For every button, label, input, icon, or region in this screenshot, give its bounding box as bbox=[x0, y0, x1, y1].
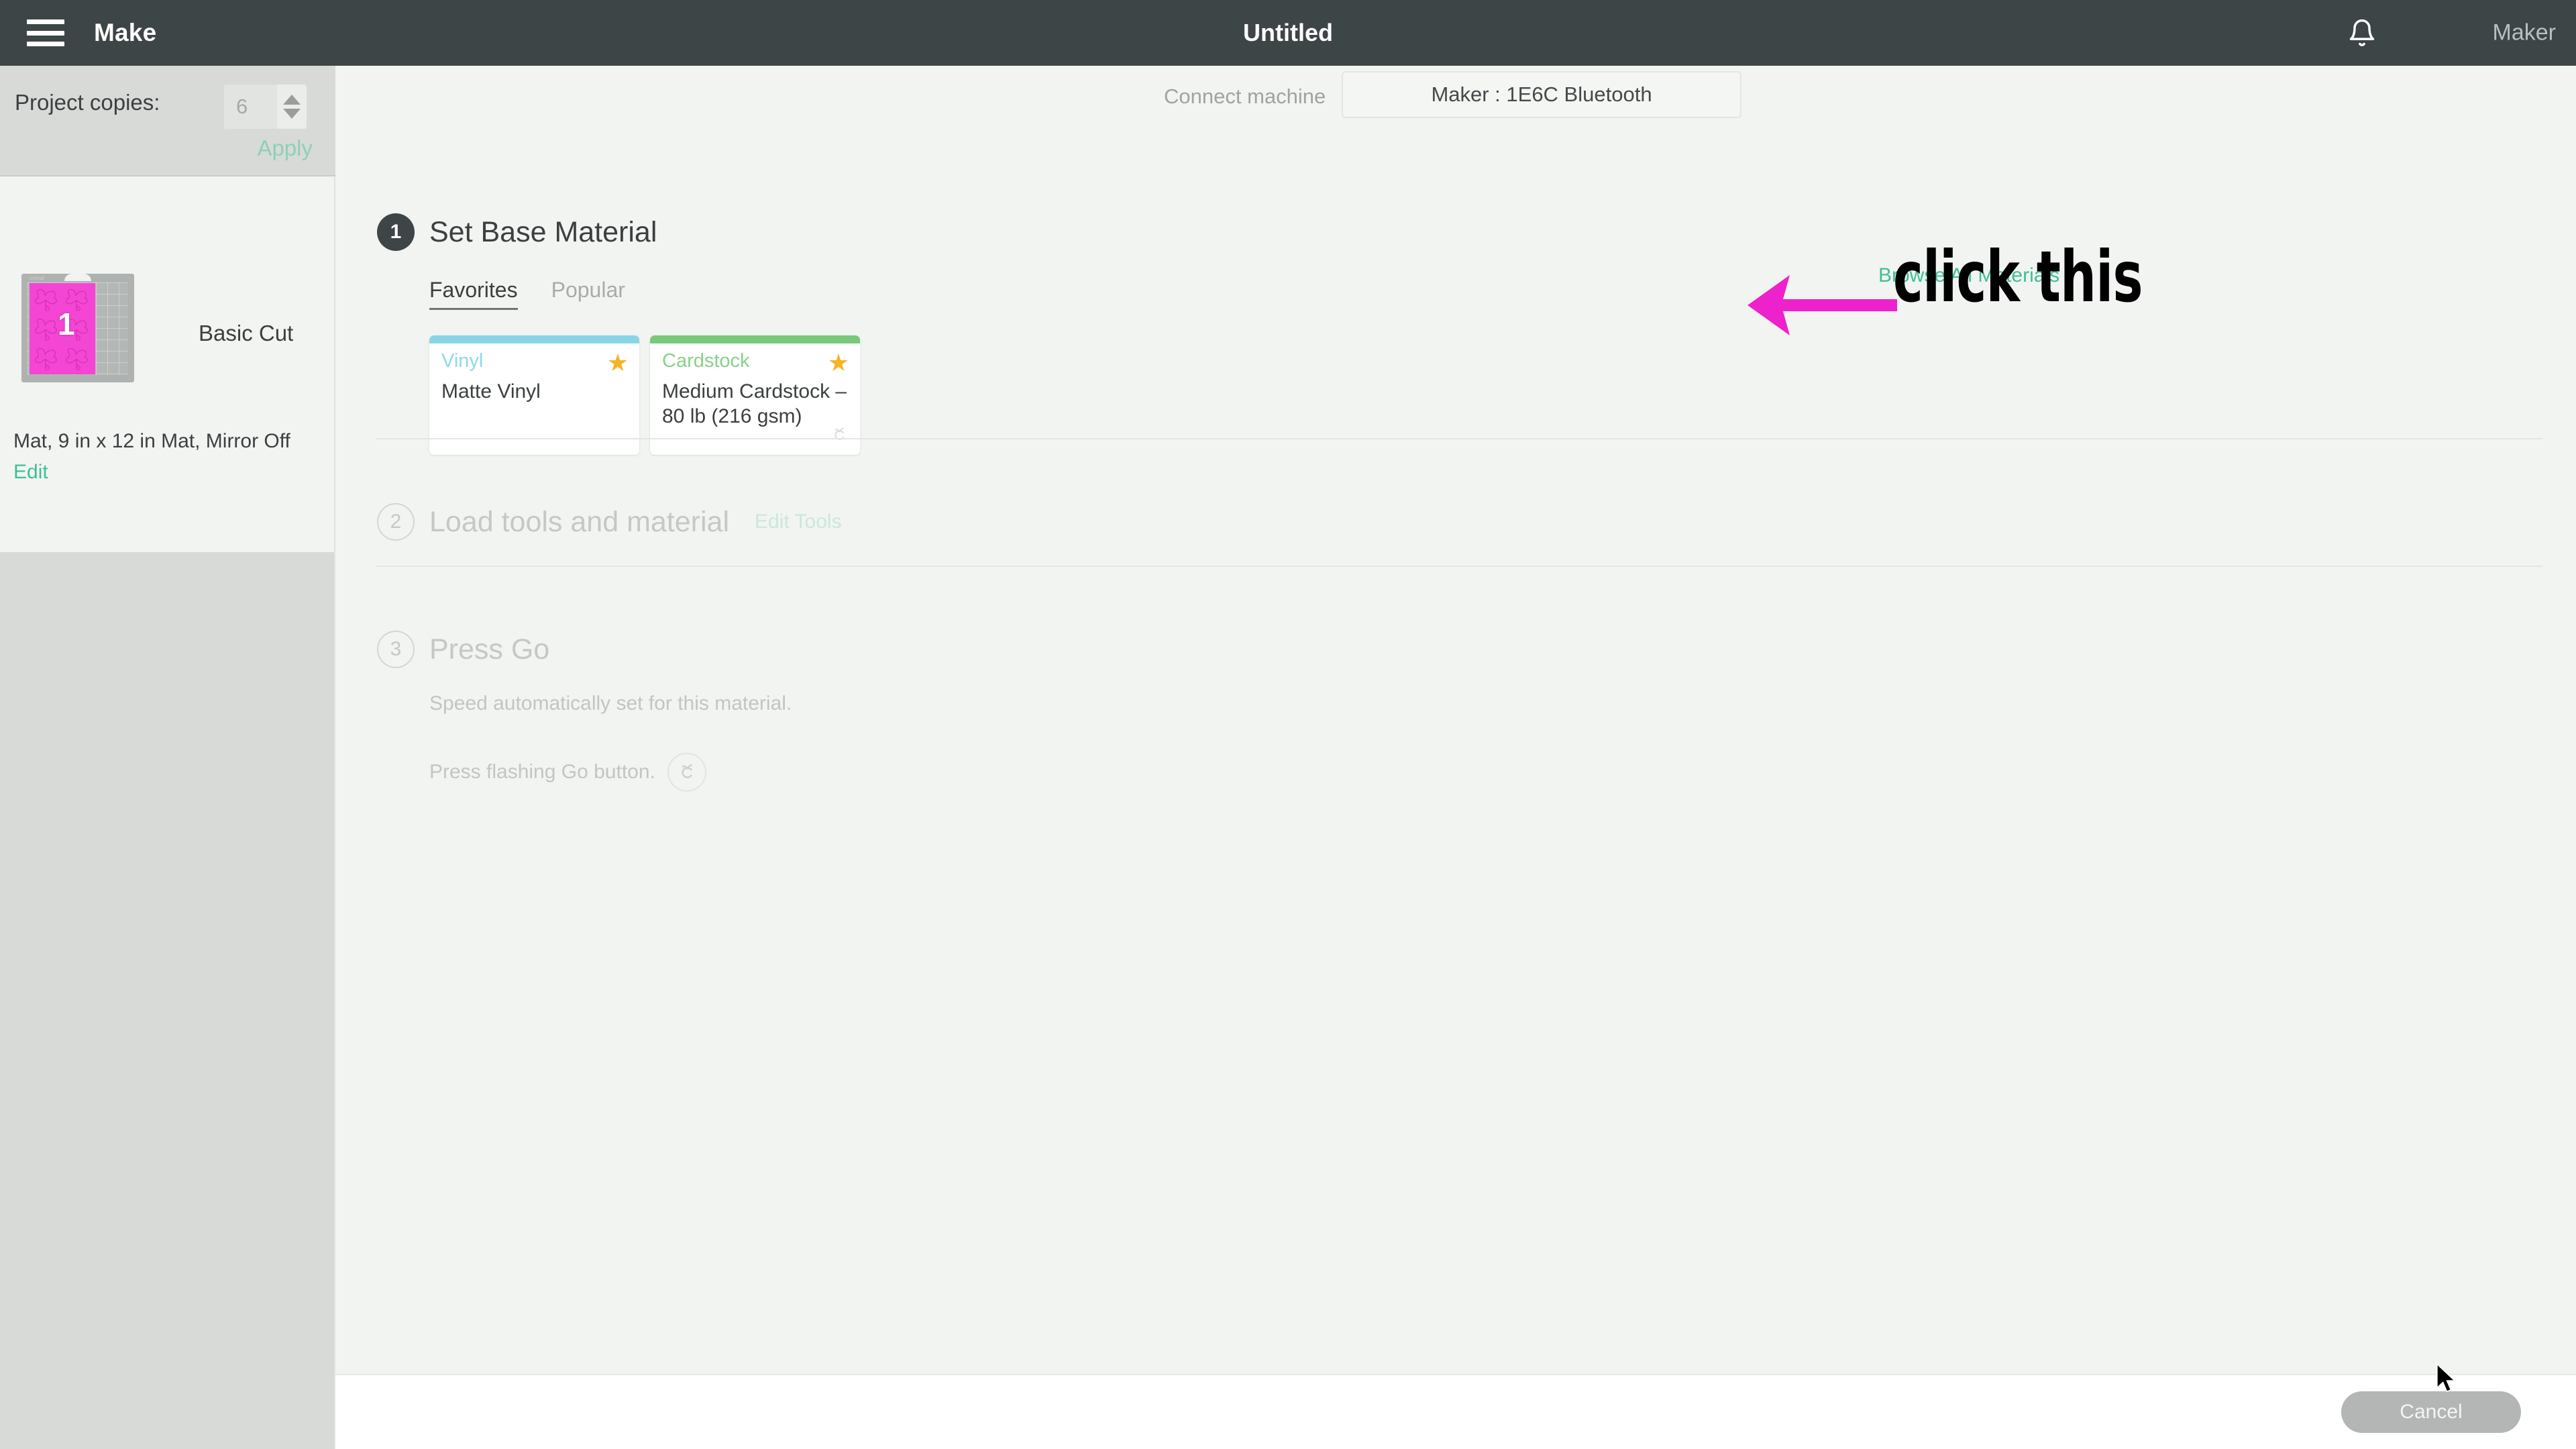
stepper-arrows[interactable] bbox=[277, 85, 307, 129]
footer-bar: Cancel bbox=[335, 1374, 2576, 1449]
step-2-header: 2 Load tools and material Edit Tools bbox=[377, 503, 2544, 541]
step-3-header: 3 Press Go bbox=[377, 631, 2544, 668]
step-1-set-base-material: 1 Set Base Material Favorites Popular Br… bbox=[377, 213, 2544, 455]
material-card-list: Vinyl ★ Matte Vinyl Cardstock ★ Medium C… bbox=[429, 335, 2544, 455]
mat-edit-link[interactable]: Edit bbox=[13, 461, 48, 484]
mat-brand-label: cricut bbox=[30, 275, 44, 281]
card-category-label: Vinyl bbox=[441, 350, 483, 372]
cricut-glyph bbox=[676, 761, 698, 784]
step-2-title: Load tools and material bbox=[429, 506, 729, 539]
card-category-stripe bbox=[650, 335, 860, 343]
edit-tools-link[interactable]: Edit Tools bbox=[755, 511, 842, 533]
step-1-header: 1 Set Base Material bbox=[377, 213, 2544, 251]
connect-machine-row: Connect machine Maker : 1E6C Bluetooth bbox=[335, 66, 2576, 119]
top-bar: Make Untitled Maker bbox=[0, 0, 2576, 66]
project-copies-label: Project copies: bbox=[15, 90, 160, 115]
chevron-up-icon[interactable] bbox=[283, 95, 301, 105]
mat-top-tab bbox=[64, 274, 91, 281]
connect-machine-label: Connect machine bbox=[1164, 85, 1326, 109]
mat-operation-name: Basic Cut bbox=[199, 321, 293, 346]
step-2-load-tools: 2 Load tools and material Edit Tools bbox=[377, 503, 2544, 541]
tab-favorites[interactable]: Favorites bbox=[429, 278, 518, 310]
make-screen: Make Untitled Maker Project copies: 6 Ap… bbox=[0, 0, 2576, 1449]
card-category-label: Cardstock bbox=[662, 350, 750, 372]
project-copies-stepper[interactable]: 6 bbox=[224, 85, 307, 129]
browse-all-materials-link[interactable]: Browse All Materials bbox=[1878, 264, 2059, 287]
main-content: 1 Set Base Material Favorites Popular Br… bbox=[337, 119, 2576, 1397]
bell-glyph bbox=[2347, 17, 2377, 48]
sidebar-empty-area bbox=[0, 552, 334, 1449]
star-icon[interactable]: ★ bbox=[828, 349, 849, 377]
cancel-button[interactable]: Cancel bbox=[2341, 1391, 2521, 1433]
mat-thumbnail[interactable]: cricut bbox=[21, 274, 134, 382]
step-3-press-text: Press flashing Go button. bbox=[429, 761, 655, 784]
step-2-badge: 2 bbox=[377, 503, 415, 541]
notification-bell-icon[interactable] bbox=[2344, 15, 2380, 51]
step-3-press-go: 3 Press Go Speed automatically set for t… bbox=[377, 631, 2544, 792]
step-3-title: Press Go bbox=[429, 633, 549, 666]
step-1-badge: 1 bbox=[377, 213, 415, 251]
material-card-vinyl[interactable]: Vinyl ★ Matte Vinyl bbox=[429, 335, 639, 455]
user-machine-label[interactable]: Maker bbox=[2493, 20, 2556, 46]
star-icon[interactable]: ★ bbox=[607, 349, 629, 377]
project-copies-panel: Project copies: 6 Apply bbox=[0, 66, 335, 176]
card-category-stripe bbox=[429, 335, 639, 343]
material-tabs: Favorites Popular bbox=[429, 278, 2544, 310]
mat-preview-block: cricut bbox=[0, 176, 335, 552]
apply-button[interactable]: Apply bbox=[257, 136, 313, 161]
project-copies-input[interactable]: 6 bbox=[224, 85, 277, 129]
cricut-logo-icon bbox=[829, 425, 849, 448]
mat-description: Mat, 9 in x 12 in Mat, Mirror Off bbox=[13, 430, 290, 453]
left-sidebar: Project copies: 6 Apply cricut bbox=[0, 66, 335, 1449]
step-3-speed-note: Speed automatically set for this materia… bbox=[429, 692, 2544, 715]
machine-select-button[interactable]: Maker : 1E6C Bluetooth bbox=[1342, 71, 1741, 118]
section-divider bbox=[376, 438, 2542, 439]
step-3-badge: 3 bbox=[377, 631, 415, 668]
mat-number-badge: 1 bbox=[58, 309, 75, 339]
chevron-down-icon[interactable] bbox=[283, 109, 301, 119]
card-material-name: Medium Cardstock – 80 lb (216 gsm) bbox=[662, 380, 849, 429]
document-title: Untitled bbox=[0, 19, 2576, 47]
step-1-title: Set Base Material bbox=[429, 216, 657, 249]
card-material-name: Matte Vinyl bbox=[441, 380, 629, 405]
section-divider bbox=[376, 566, 2542, 567]
cricut-glyph bbox=[829, 425, 849, 445]
step-3-press-row: Press flashing Go button. bbox=[429, 753, 2544, 792]
tab-popular[interactable]: Popular bbox=[551, 278, 625, 310]
material-card-cardstock[interactable]: Cardstock ★ Medium Cardstock – 80 lb (21… bbox=[650, 335, 860, 455]
cricut-logo-icon bbox=[667, 753, 706, 792]
